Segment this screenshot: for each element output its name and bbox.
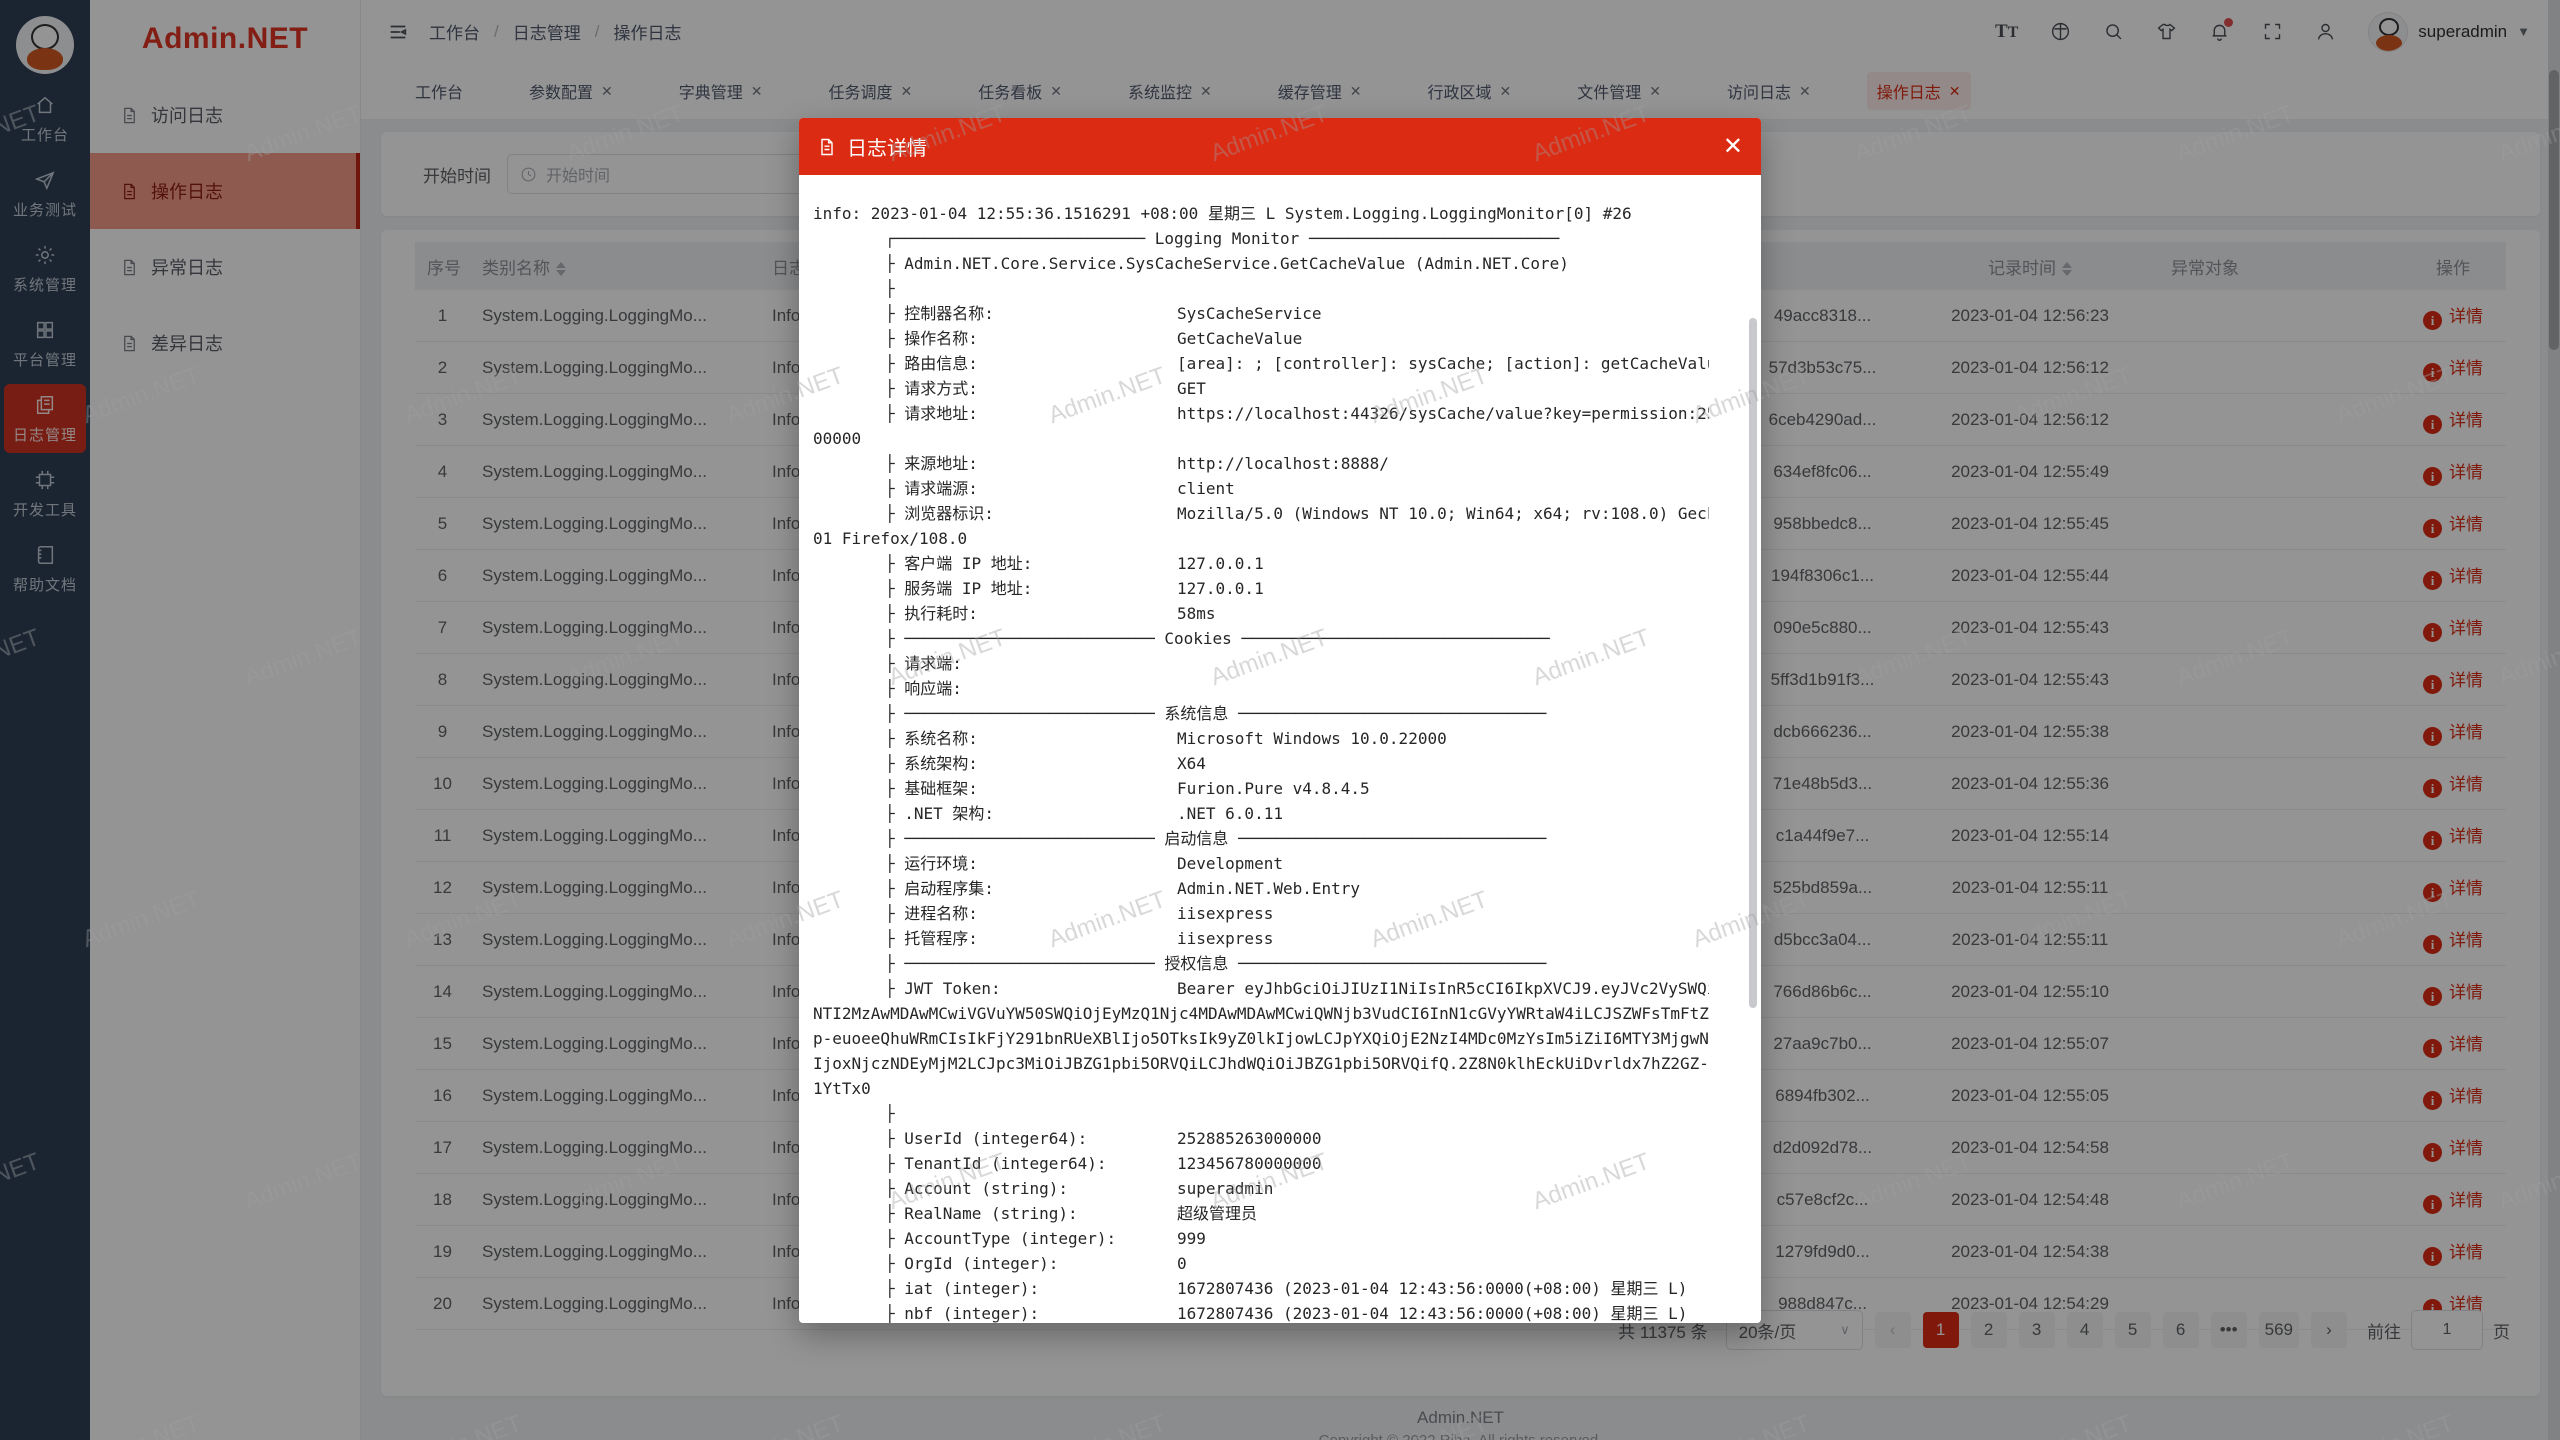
log-line: ├ UserId (integer64):252885263000000 <box>813 1126 1709 1151</box>
log-line: ├ ────────────────────────── 启动信息 ──────… <box>813 826 1709 851</box>
log-line: ├ RealName (string):超级管理员 <box>813 1201 1709 1226</box>
log-line: ├ 服务端 IP 地址:127.0.0.1 <box>813 576 1709 601</box>
log-line: ├ 请求地址:https://localhost:44326/sysCache/… <box>813 401 1709 426</box>
log-line: ├ 进程名称:iisexpress <box>813 901 1709 926</box>
log-line: ├ 基础框架:Furion.Pure v4.8.4.5 <box>813 776 1709 801</box>
log-line: ├ OrgId (integer):0 <box>813 1251 1709 1276</box>
modal-title: 日志详情 <box>847 132 927 161</box>
log-line: ├ 来源地址:http://localhost:8888/ <box>813 451 1709 476</box>
log-line: ├ JWT Token:Bearer eyJhbGciOiJIUzI1NiIsI… <box>813 976 1709 1001</box>
log-line: ├ 响应端: <box>813 676 1709 701</box>
log-line: info: 2023-01-04 12:55:36.1516291 +08:00… <box>813 201 1709 226</box>
log-line: IjoxNjczNDEyMjM2LCJpc3MiOiJBZG1pbi5ORVQi… <box>813 1051 1709 1076</box>
log-line: ├ 运行环境:Development <box>813 851 1709 876</box>
modal-scrollbar[interactable] <box>1749 188 1757 1315</box>
modal-header: 日志详情 ✕ <box>799 118 1761 175</box>
log-line: ┌────────────────────────── Logging Moni… <box>813 226 1709 251</box>
log-line: ├ 执行耗时:58ms <box>813 601 1709 626</box>
log-line: 01 Firefox/108.0 <box>813 526 1709 551</box>
log-line: ├ 启动程序集:Admin.NET.Web.Entry <box>813 876 1709 901</box>
log-line: ├ 系统架构:X64 <box>813 751 1709 776</box>
log-detail-body: info: 2023-01-04 12:55:36.1516291 +08:00… <box>799 175 1761 1323</box>
log-line: ├ <box>813 276 1709 301</box>
log-line: ├ AccountType (integer):999 <box>813 1226 1709 1251</box>
log-line: ├ TenantId (integer64):123456780000000 <box>813 1151 1709 1176</box>
log-line: ├ 请求方式:GET <box>813 376 1709 401</box>
log-line: ├ <box>813 1101 1709 1126</box>
log-line: ├ 请求端: <box>813 651 1709 676</box>
log-line: ├ 浏览器标识:Mozilla/5.0 (Windows NT 10.0; Wi… <box>813 501 1709 526</box>
log-line: ├ iat (integer):1672807436 (2023-01-04 1… <box>813 1276 1709 1301</box>
log-line: ├ Account (string):superadmin <box>813 1176 1709 1201</box>
log-line: 1YtTx0 <box>813 1076 1709 1101</box>
log-line: p-euoeeQhuWRmCIsIkFjY291bnRUeXBlIjo5OTks… <box>813 1026 1709 1051</box>
log-line: ├ nbf (integer):1672807436 (2023-01-04 1… <box>813 1301 1709 1323</box>
log-line: ├ ────────────────────────── 授权信息 ──────… <box>813 951 1709 976</box>
log-line: ├ 路由信息:[area]: ; [controller]: sysCache;… <box>813 351 1709 376</box>
log-line: ├ 系统名称:Microsoft Windows 10.0.22000 <box>813 726 1709 751</box>
log-line: 00000 <box>813 426 1709 451</box>
log-line: ├ 控制器名称:SysCacheService <box>813 301 1709 326</box>
log-line: ├ .NET 架构:.NET 6.0.11 <box>813 801 1709 826</box>
log-line: ├ ────────────────────────── Cookies ───… <box>813 626 1709 651</box>
log-line: ├ ────────────────────────── 系统信息 ──────… <box>813 701 1709 726</box>
log-line: ├ 操作名称:GetCacheValue <box>813 326 1709 351</box>
log-line: ├ Admin.NET.Core.Service.SysCacheService… <box>813 251 1709 276</box>
log-detail-modal: 日志详情 ✕ info: 2023-01-04 12:55:36.1516291… <box>799 118 1761 1323</box>
log-line: ├ 托管程序:iisexpress <box>813 926 1709 951</box>
app-root: 工作台 业务测试 系统管理 平台管理 日志管理 开发工具 帮助文档 Admin.… <box>0 0 2560 1440</box>
log-line: NTI2MzAwMDAwMCwiVGVuYW50SWQiOjEyMzQ1Njc4… <box>813 1001 1709 1026</box>
log-line: ├ 客户端 IP 地址:127.0.0.1 <box>813 551 1709 576</box>
log-line: ├ 请求端源:client <box>813 476 1709 501</box>
close-icon[interactable]: ✕ <box>1723 135 1743 159</box>
modal-scrollbar-thumb[interactable] <box>1749 318 1757 1008</box>
document-icon <box>817 137 837 157</box>
